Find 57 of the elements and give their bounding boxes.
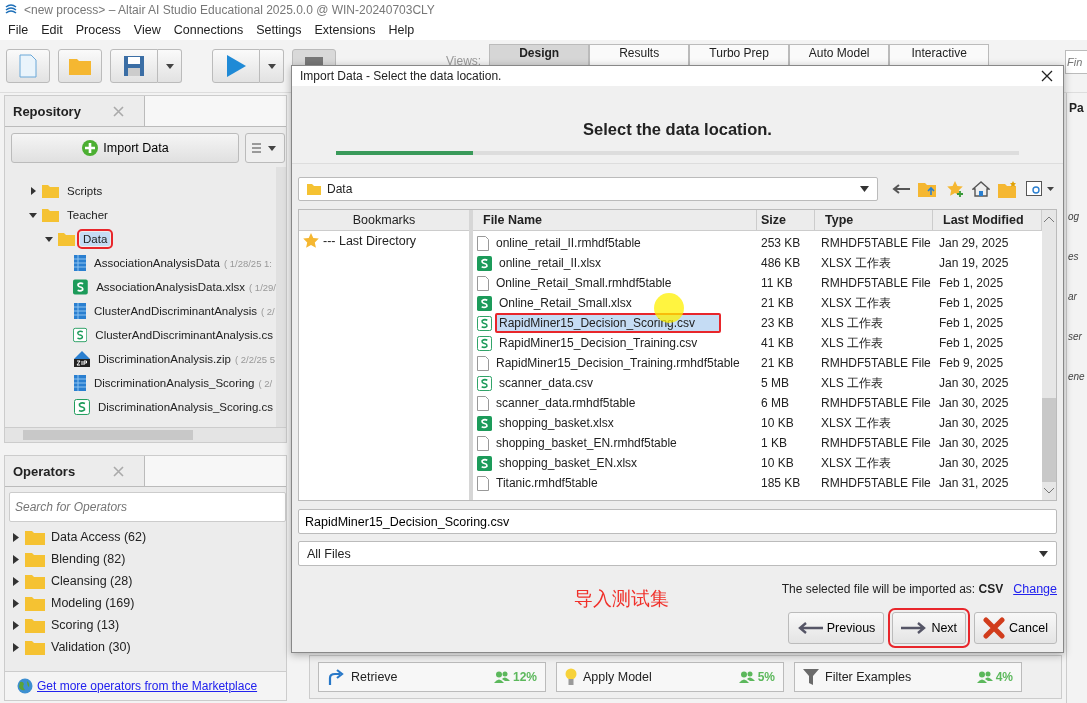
file-date: Feb 1, 2025	[938, 275, 1005, 292]
file-date: Feb 9, 2025	[938, 355, 1005, 372]
file-size: 486 KB	[760, 255, 802, 272]
parameter-label: ene	[1067, 371, 1086, 382]
tree-item-date: ( 2/	[261, 305, 275, 317]
file-size: 5 MB	[760, 375, 790, 392]
tree-item-date: ( 1/29/	[249, 281, 276, 293]
file-date: Jan 30, 2025	[938, 375, 1010, 392]
views-label: Views:	[446, 54, 482, 68]
file-date: Jan 19, 2025	[938, 255, 1010, 272]
file-type: XLSX 工作表	[820, 294, 893, 312]
annotation-text: 导入测试集	[574, 587, 669, 611]
tree-item-date: ( 1/28/25 1:	[223, 257, 272, 269]
file-size: 41 KB	[760, 335, 795, 352]
tree-item-date: ( 2/2/25 5	[234, 353, 276, 365]
window-title: <new process> – Altair AI Studio Educational 2025.0.0 @ WIN-20240703CLY	[24, 3, 435, 17]
file-type: XLSX 工作表	[820, 254, 893, 272]
file-type: RMHDF5TABLE File	[820, 275, 932, 292]
file-size: 1 KB	[760, 435, 788, 452]
tree-item-date: ( 2/	[258, 377, 273, 389]
file-size: 185 KB	[760, 475, 802, 492]
file-date: Jan 30, 2025	[938, 455, 1010, 472]
parameter-label: ser	[1067, 331, 1083, 342]
file-date: Jan 31, 2025	[938, 475, 1010, 492]
file-size: 253 KB	[760, 235, 802, 252]
file-type: XLS 工作表	[820, 314, 884, 332]
file-type: XLS 工作表	[820, 334, 884, 352]
file-size: 23 KB	[760, 315, 795, 332]
file-type: RMHDF5TABLE File	[820, 355, 932, 372]
file-date: Jan 29, 2025	[938, 235, 1010, 252]
file-date: Jan 30, 2025	[938, 435, 1010, 452]
file-size: 10 KB	[760, 455, 795, 472]
file-type: RMHDF5TABLE File	[820, 395, 932, 412]
file-date: Jan 30, 2025	[938, 395, 1010, 412]
parameter-label: es	[1067, 251, 1080, 262]
import-type-note: The selected file will be imported as: CSV	[781, 582, 1004, 596]
file-size: 21 KB	[760, 355, 795, 372]
file-size: 11 KB	[760, 275, 794, 292]
file-date: Feb 1, 2025	[938, 295, 1005, 312]
file-type: XLSX 工作表	[820, 454, 893, 472]
file-size: 6 MB	[760, 395, 790, 412]
panel-title: Pa	[1068, 101, 1085, 115]
parameter-label: og	[1067, 211, 1081, 222]
file-size: 10 KB	[760, 415, 795, 432]
file-type: XLSX 工作表	[820, 414, 893, 432]
file-type: RMHDF5TABLE File	[820, 475, 932, 492]
file-date: Feb 1, 2025	[938, 315, 1005, 332]
file-type: RMHDF5TABLE File	[820, 435, 932, 452]
file-size: 21 KB	[760, 295, 795, 312]
dialog-title: Import Data - Select the data location.	[300, 69, 502, 83]
file-type: XLS 工作表	[820, 374, 884, 392]
step-heading: Select the data location.	[583, 120, 772, 139]
file-type: RMHDF5TABLE File	[820, 235, 932, 252]
column-header: Bookmarks	[299, 210, 469, 231]
file-date: Jan 30, 2025	[938, 415, 1010, 432]
file-date: Feb 1, 2025	[938, 335, 1005, 352]
parameter-label: ar	[1067, 291, 1078, 302]
